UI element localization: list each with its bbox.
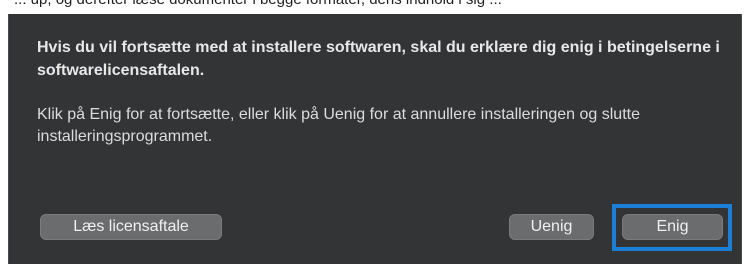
dialog-body-text: Klik på Enig for at fortsætte, eller kli… [37, 106, 640, 145]
background-text: ... up, og derefter læse dokumenter i be… [14, 0, 502, 8]
disagree-button[interactable]: Uenig [509, 214, 594, 240]
read-license-button[interactable]: Læs licensaftale [40, 214, 222, 240]
background-window-text-fragment: ... up, og derefter læse dokumenter i be… [0, 0, 744, 14]
agree-button[interactable]: Enig [622, 214, 723, 240]
license-agreement-sheet: Hvis du vil fortsætte med at installere … [8, 14, 742, 264]
dialog-headline: Hvis du vil fortsætte med at installere … [37, 39, 720, 79]
